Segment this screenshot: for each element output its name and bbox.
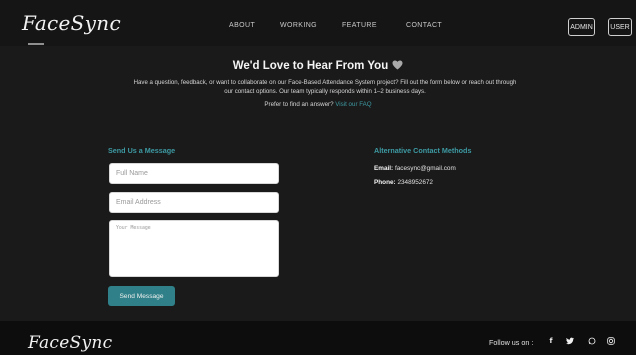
- email-input[interactable]: Email Address: [109, 192, 279, 213]
- email-value: facesync@gmail.com: [394, 165, 456, 172]
- form-title: Send Us a Message: [108, 146, 176, 155]
- admin-button[interactable]: ADMIN: [568, 18, 595, 36]
- brand-logo[interactable]: FaceSync: [22, 11, 121, 35]
- user-button[interactable]: USER: [608, 18, 632, 36]
- page-heading-text: We'd Love to Hear From You: [232, 60, 389, 72]
- email-label: Email:: [374, 165, 394, 172]
- alt-contact-title: Alternative Contact Methods: [374, 146, 472, 155]
- intro-paragraph: Have a question, feedback, or want to co…: [133, 79, 517, 95]
- page-heading: We'd Love to Hear From You: [0, 60, 636, 72]
- full-name-input[interactable]: Full Name: [109, 163, 279, 184]
- contact-email: Email: facesync@gmail.com: [374, 165, 456, 172]
- instagram-icon[interactable]: [606, 336, 616, 346]
- nav-about-link[interactable]: ABOUT: [229, 22, 255, 29]
- footer-logo: FaceSync: [28, 333, 113, 353]
- phone-value: 2348952672: [397, 179, 433, 186]
- logo-underline: [28, 43, 44, 45]
- contact-phone: Phone: 2348952672: [374, 179, 433, 186]
- send-message-button[interactable]: Send Message: [108, 286, 175, 306]
- faq-prompt: Prefer to find an answer? Visit our FAQ: [0, 101, 636, 108]
- whatsapp-icon[interactable]: [587, 336, 597, 346]
- nav-contact-link[interactable]: CONTACT: [406, 22, 442, 29]
- phone-label: Phone:: [374, 179, 396, 186]
- nav-feature-link[interactable]: FEATURE: [342, 22, 377, 29]
- heart-icon: [392, 60, 403, 70]
- faq-link[interactable]: Visit our FAQ: [335, 101, 371, 108]
- nav-working-link[interactable]: WORKING: [280, 22, 317, 29]
- follow-label: Follow us on :: [489, 338, 534, 347]
- faq-prompt-text: Prefer to find an answer?: [264, 101, 334, 108]
- twitter-icon[interactable]: [565, 336, 575, 346]
- message-textarea[interactable]: Your Message: [109, 220, 279, 277]
- facebook-icon[interactable]: f: [546, 336, 556, 346]
